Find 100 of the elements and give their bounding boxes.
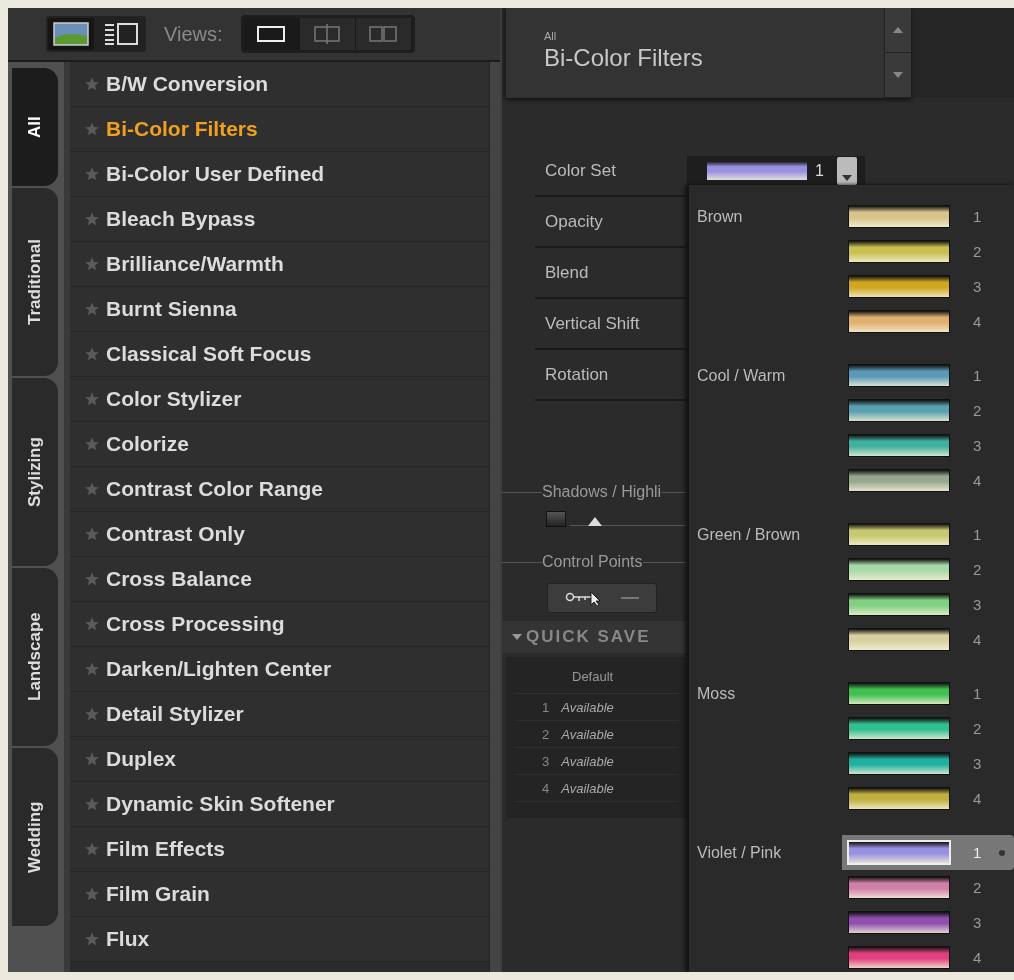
category-tab[interactable]: Stylizing [12,378,58,566]
parameter-label: Blend [545,262,590,283]
filter-item[interactable]: Flux [70,917,489,962]
color-set-option[interactable]: Green / Brown 1 [697,517,1014,552]
filter-item[interactable]: Burnt Sienna [70,287,489,332]
category-tab[interactable]: Landscape [12,568,58,746]
category-label: All [544,30,558,42]
color-set-group-label: Moss [697,684,736,702]
slider-thumb[interactable] [588,516,602,526]
color-box[interactable] [546,511,566,527]
slot-number: 2 [542,726,550,742]
preset-slot[interactable]: 1 Available [514,694,679,721]
filter-item[interactable]: B/W Conversion [70,62,489,107]
star-icon[interactable] [84,481,100,497]
option-number: 1 [973,208,982,225]
dropdown-button[interactable] [837,156,857,185]
view-button[interactable] [243,18,300,50]
option-number: 1 [973,685,982,702]
star-icon[interactable] [84,76,100,92]
star-icon[interactable] [84,931,100,947]
filter-item[interactable]: Dynamic Skin Softener [70,782,489,827]
color-set-option[interactable]: Violet / Pink 1 [697,835,1014,870]
filter-item[interactable]: Classical Soft Focus [70,332,489,377]
color-set-option[interactable]: 3 [697,269,1014,304]
color-set-dropdown[interactable]: 1 [687,155,865,186]
star-icon[interactable] [84,436,100,452]
star-icon[interactable] [84,346,100,362]
filter-item[interactable]: Film Grain [70,872,489,917]
color-set-option[interactable]: 3 [697,746,1014,781]
star-icon[interactable] [84,211,100,227]
option-number: 4 [973,949,982,966]
star-icon[interactable] [84,301,100,317]
side-by-side-icon [367,24,400,44]
color-set-option[interactable]: 4 [697,304,1014,339]
category-tab[interactable]: All [12,68,58,186]
list-panel-icon [103,22,139,46]
scrollbar[interactable] [489,62,500,972]
filter-item[interactable]: Brilliance/Warmth [70,242,489,287]
filter-item[interactable]: Film Effects [70,827,489,872]
color-set-option[interactable]: 3 [697,428,1014,463]
color-set-option[interactable]: 2 [697,711,1014,746]
filter-item[interactable]: Contrast Color Range [70,467,489,512]
previous-filter-button[interactable] [885,8,911,53]
color-set-option[interactable]: Brown 1 [697,199,1014,234]
color-set-option[interactable]: 3 [697,905,1014,940]
color-set-option[interactable]: 4 [697,463,1014,498]
star-icon[interactable] [84,526,100,542]
color-set-option[interactable]: 4 [697,940,1014,972]
color-set-option[interactable]: 2 [697,234,1014,269]
option-number: 2 [973,561,982,578]
color-set-option[interactable]: 4 [697,781,1014,816]
image-view-button[interactable] [48,18,94,50]
single-view-icon [255,24,288,44]
star-icon[interactable] [84,121,100,137]
filter-item[interactable]: Colorize [70,422,489,467]
color-set-option[interactable]: Moss 1 [697,676,1014,711]
star-icon[interactable] [84,391,100,407]
filter-item[interactable]: Darken/Lighten Center [70,647,489,692]
preset-slot[interactable]: 3 Available [514,748,679,775]
star-icon[interactable] [84,166,100,182]
option-number: 4 [973,472,982,489]
filter-item[interactable]: Color Stylizer [70,377,489,422]
star-icon[interactable] [84,661,100,677]
star-icon[interactable] [84,616,100,632]
color-set-option[interactable]: 4 [697,622,1014,657]
slot-label: Available [561,699,614,715]
preset-slot[interactable]: 2 Available [514,721,679,748]
star-icon[interactable] [84,841,100,857]
color-set-option[interactable]: 2 [697,393,1014,428]
star-icon[interactable] [84,571,100,587]
filter-item[interactable]: Contrast Only [70,512,489,557]
star-icon[interactable] [84,706,100,722]
filter-item[interactable]: Bi-Color Filters [70,107,489,152]
filter-title: Bi-Color Filters [544,44,704,72]
next-filter-button[interactable] [885,53,911,98]
slot-label: Available [561,753,614,769]
option-number: 2 [973,720,982,737]
filter-item[interactable]: Cross Processing [70,602,489,647]
preset-slot[interactable]: 4 Available [514,775,679,802]
star-icon[interactable] [84,886,100,902]
quick-save-header[interactable]: QUICK SAVE [502,621,687,653]
filter-item[interactable]: Bi-Color User Defined [70,152,489,197]
color-set-option[interactable]: Cool / Warm 1 [697,358,1014,393]
color-set-option[interactable]: 2 [697,552,1014,587]
star-icon[interactable] [84,256,100,272]
selected-dot-icon [999,849,1006,856]
color-set-option[interactable]: 2 [697,870,1014,905]
option-number: 4 [973,790,982,807]
color-set-group-label: Violet / Pink [697,843,782,861]
filter-item[interactable]: Duplex [70,737,489,782]
filter-item[interactable]: Cross Balance [70,557,489,602]
filter-item[interactable]: Detail Stylizer [70,692,489,737]
category-tab[interactable]: Wedding [12,748,58,926]
color-set-option[interactable]: 3 [697,587,1014,622]
category-tab[interactable]: Traditional [12,188,58,376]
landscape-icon [53,22,89,46]
control-point-button[interactable] [547,583,657,613]
star-icon[interactable] [84,751,100,767]
star-icon[interactable] [84,796,100,812]
filter-item[interactable]: Bleach Bypass [70,197,489,242]
